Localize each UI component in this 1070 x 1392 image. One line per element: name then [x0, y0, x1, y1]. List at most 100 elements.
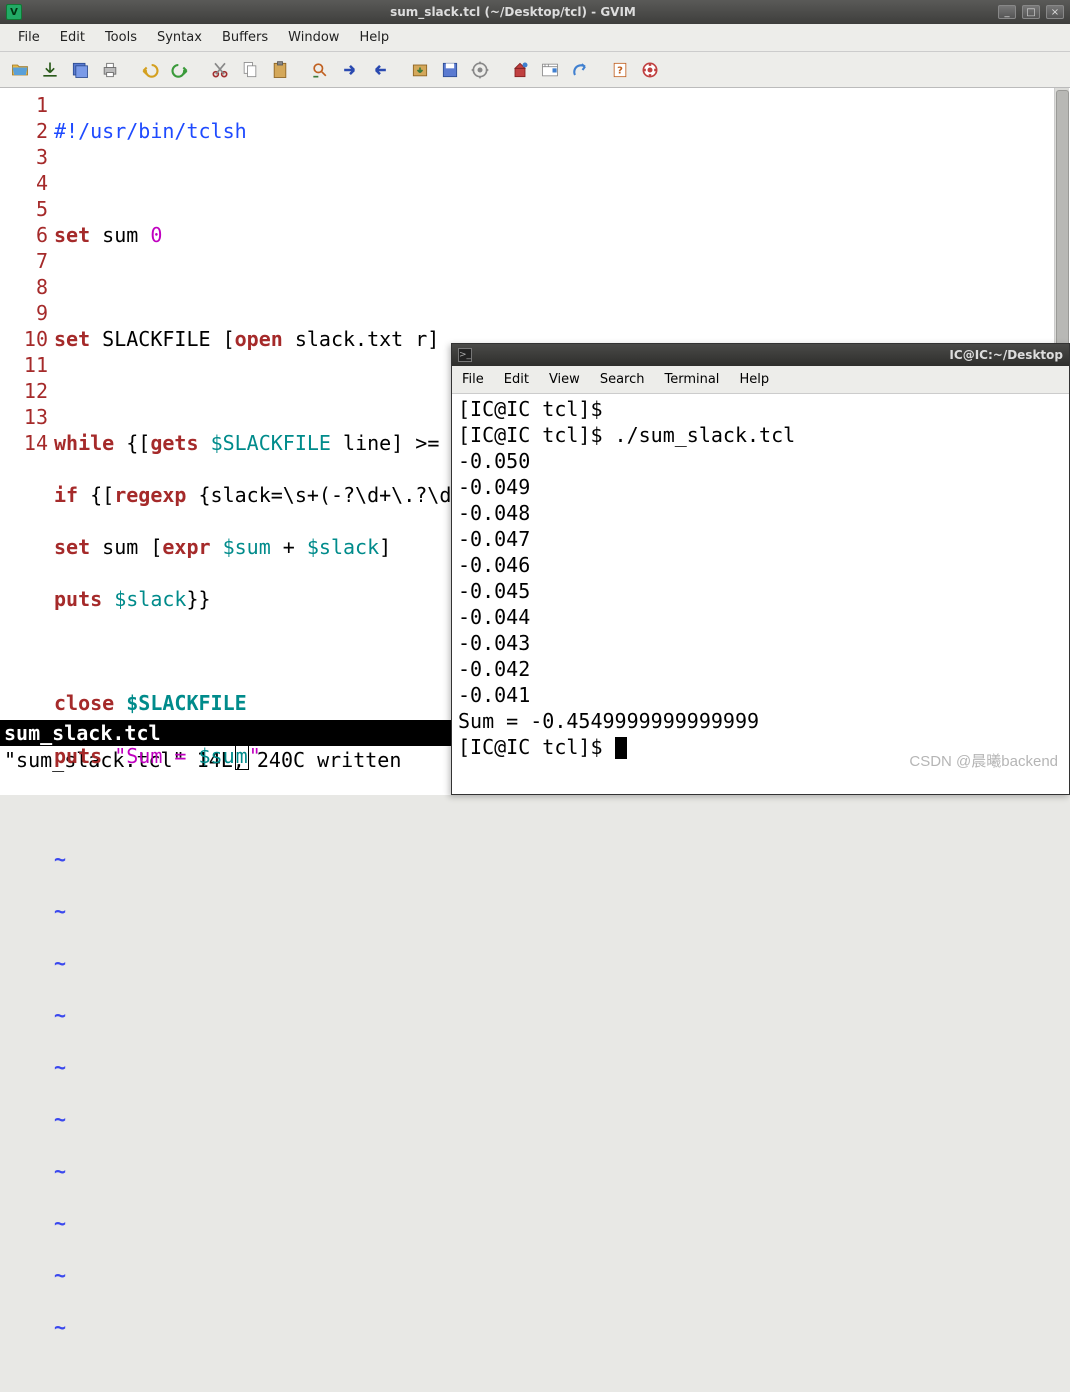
- line-number: 3: [0, 144, 48, 170]
- tilde-line: ~: [54, 846, 1070, 872]
- term-line: -0.042: [458, 656, 1063, 682]
- term-menu-edit[interactable]: Edit: [494, 368, 539, 391]
- save-all-icon[interactable]: [66, 56, 94, 84]
- cut-icon[interactable]: [206, 56, 234, 84]
- save-session-icon[interactable]: [436, 56, 464, 84]
- kw-puts: puts: [54, 587, 102, 611]
- kw-close: close: [54, 691, 114, 715]
- code-text: [211, 535, 223, 559]
- var: $slack: [114, 587, 186, 611]
- tilde-line: ~: [54, 1158, 1070, 1184]
- kw-set: set: [54, 535, 90, 559]
- terminal-window: >_ IC@IC:~/Desktop File Edit View Search…: [451, 343, 1070, 795]
- open-file-icon[interactable]: [6, 56, 34, 84]
- paste-icon[interactable]: [266, 56, 294, 84]
- line-number: 7: [0, 248, 48, 274]
- make-icon[interactable]: [506, 56, 534, 84]
- menu-syntax[interactable]: Syntax: [147, 26, 212, 49]
- term-menu-help[interactable]: Help: [729, 368, 779, 391]
- tilde-line: ~: [54, 1210, 1070, 1236]
- line-number: 9: [0, 300, 48, 326]
- find-next-icon[interactable]: [336, 56, 364, 84]
- window-title: sum_slack.tcl (~/Desktop/tcl) - GVIM: [28, 5, 998, 19]
- copy-icon[interactable]: [236, 56, 264, 84]
- kw-puts: puts: [54, 744, 102, 768]
- kw-set: set: [54, 223, 90, 247]
- menu-buffers[interactable]: Buffers: [212, 26, 278, 49]
- menu-tools[interactable]: Tools: [95, 26, 147, 49]
- term-line: -0.044: [458, 604, 1063, 630]
- tilde-line: ~: [54, 1106, 1070, 1132]
- code-text: }}: [186, 587, 210, 611]
- terminal-body[interactable]: [IC@IC tcl]$[IC@IC tcl]$ ./sum_slack.tcl…: [452, 394, 1069, 794]
- term-line: -0.049: [458, 474, 1063, 500]
- term-line: -0.047: [458, 526, 1063, 552]
- line-number: 2: [0, 118, 48, 144]
- run-script-icon[interactable]: [466, 56, 494, 84]
- find-help-icon[interactable]: [636, 56, 664, 84]
- tilde-line: ~: [54, 898, 1070, 924]
- code-text: [114, 691, 126, 715]
- menu-window[interactable]: Window: [278, 26, 349, 49]
- close-button[interactable]: ×: [1046, 5, 1064, 19]
- kw-gets: gets: [150, 431, 198, 455]
- line-number: 6: [0, 222, 48, 248]
- line-number-gutter: 1 2 3 4 5 6 7 8 9 10 11 12 13 14: [0, 88, 48, 720]
- terminal-app-icon: >_: [458, 348, 472, 362]
- tag-jump-icon[interactable]: [566, 56, 594, 84]
- line-number: 11: [0, 352, 48, 378]
- line-number: 12: [0, 378, 48, 404]
- code-num: 0: [150, 223, 162, 247]
- kw-expr: expr: [162, 535, 210, 559]
- undo-icon[interactable]: [136, 56, 164, 84]
- terminal-cursor: [615, 737, 627, 759]
- code-text: [102, 587, 114, 611]
- minimize-button[interactable]: _: [998, 5, 1016, 19]
- line-number: 4: [0, 170, 48, 196]
- code-text: ]: [379, 535, 391, 559]
- term-menu-file[interactable]: File: [452, 368, 494, 391]
- find-prev-icon[interactable]: [366, 56, 394, 84]
- gvim-toolbar: ?: [0, 52, 1070, 88]
- code-text: {[: [78, 483, 114, 507]
- kw-open: open: [235, 327, 283, 351]
- kw-if: if: [54, 483, 78, 507]
- term-menu-search[interactable]: Search: [590, 368, 655, 391]
- var: $su: [199, 744, 235, 768]
- line-number: 8: [0, 274, 48, 300]
- help-icon[interactable]: ?: [606, 56, 634, 84]
- term-line: Sum = -0.4549999999999999: [458, 708, 1063, 734]
- term-line: -0.046: [458, 552, 1063, 578]
- text-cursor: m: [235, 742, 249, 770]
- code-text: {[: [114, 431, 150, 455]
- gvim-app-icon: V: [6, 4, 22, 20]
- line-number: 14: [0, 430, 48, 456]
- find-replace-icon[interactable]: [306, 56, 334, 84]
- maximize-button[interactable]: □: [1022, 5, 1040, 19]
- tilde-line: ~: [54, 950, 1070, 976]
- code-text: line] >=: [331, 431, 451, 455]
- term-menu-terminal[interactable]: Terminal: [654, 368, 729, 391]
- load-session-icon[interactable]: [406, 56, 434, 84]
- code-text: slack.txt r]: [283, 327, 440, 351]
- var: $slack: [307, 535, 379, 559]
- term-line: [IC@IC tcl]$ ./sum_slack.tcl: [458, 422, 1063, 448]
- save-file-icon[interactable]: [36, 56, 64, 84]
- string: "Sum =: [114, 744, 198, 768]
- shell-icon[interactable]: [536, 56, 564, 84]
- var: $sum: [223, 535, 271, 559]
- code-text: [102, 744, 114, 768]
- kw-set: set: [54, 327, 90, 351]
- gvim-titlebar: V sum_slack.tcl (~/Desktop/tcl) - GVIM _…: [0, 0, 1070, 24]
- tilde-line: ~: [54, 1262, 1070, 1288]
- menu-file[interactable]: File: [8, 26, 50, 49]
- print-icon[interactable]: [96, 56, 124, 84]
- code-text: [199, 431, 211, 455]
- menu-edit[interactable]: Edit: [50, 26, 95, 49]
- code-text: +: [271, 535, 307, 559]
- term-menu-view[interactable]: View: [539, 368, 590, 391]
- menu-help[interactable]: Help: [349, 26, 399, 49]
- redo-icon[interactable]: [166, 56, 194, 84]
- line-number: 10: [0, 326, 48, 352]
- line-number: 1: [0, 92, 48, 118]
